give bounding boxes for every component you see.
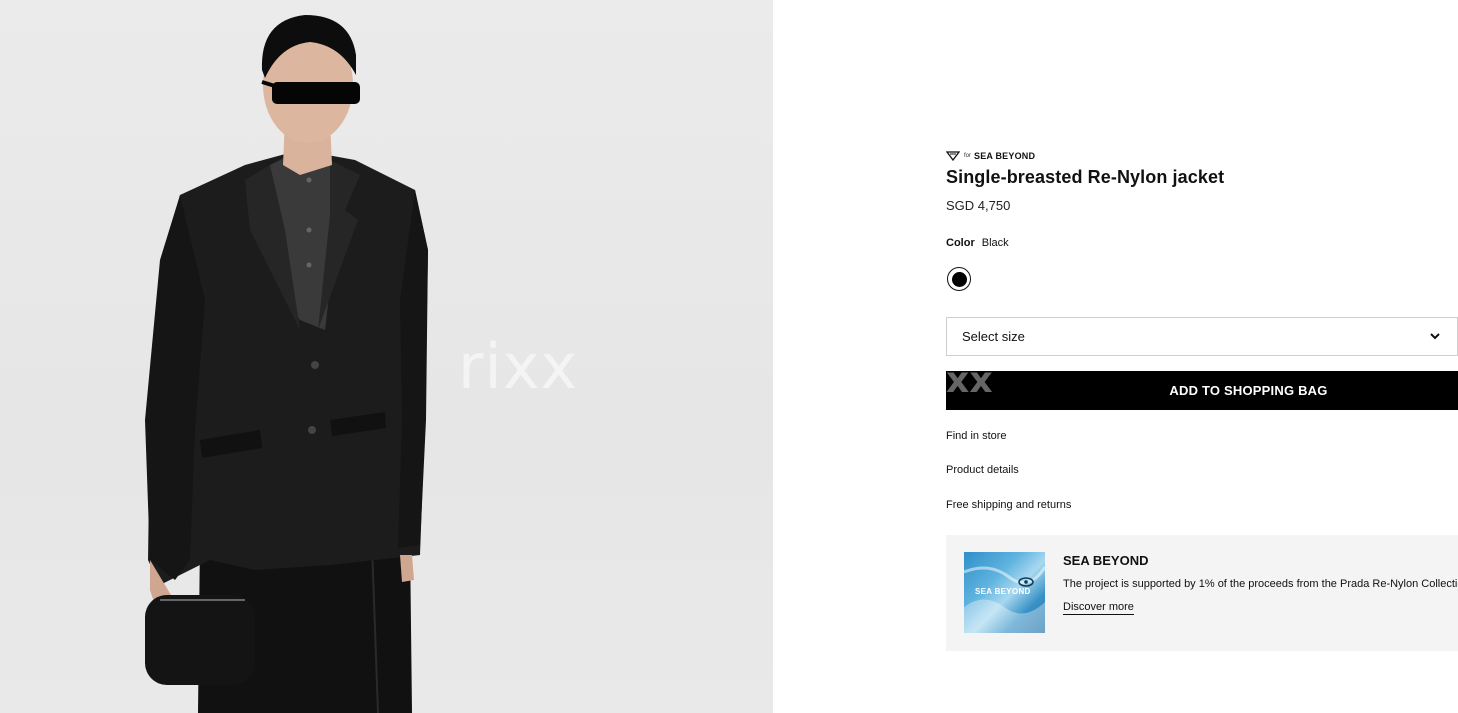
size-select-label: Select size <box>962 329 1025 344</box>
sea-beyond-tag: for SEA BEYOND <box>946 150 1035 162</box>
button-watermark: xx <box>946 371 993 401</box>
sea-beyond-title: SEA BEYOND <box>1063 553 1149 568</box>
brand-tag-prefix: for <box>964 153 972 159</box>
brand-tag-label: SEA BEYOND <box>974 151 1036 161</box>
sea-beyond-description: The project is supported by 1% of the pr… <box>1063 578 1458 590</box>
thumbnail-label: SEA BEYOND <box>975 587 1031 596</box>
prada-triangle-icon <box>946 151 960 161</box>
shipping-returns-link[interactable]: Free shipping and returns <box>946 499 1071 511</box>
color-swatch-black[interactable] <box>947 267 971 291</box>
color-label: Color <box>946 237 975 249</box>
product-price: SGD 4,750 <box>946 198 1011 213</box>
watermark-text: rixx <box>458 330 579 403</box>
size-select[interactable]: Select size <box>946 317 1458 356</box>
color-info: Color Black <box>946 237 1009 249</box>
add-to-bag-button[interactable]: xx ADD TO SHOPPING BAG <box>946 371 1458 410</box>
product-title: Single-breasted Re-Nylon jacket <box>946 167 1225 187</box>
chevron-down-icon <box>1430 333 1440 340</box>
product-info-panel: for SEA BEYOND Single-breasted Re-Nylon … <box>946 0 1458 713</box>
swatch-dot <box>951 271 967 287</box>
sea-beyond-thumbnail[interactable]: SEA BEYOND <box>964 552 1045 633</box>
find-in-store-link[interactable]: Find in store <box>946 430 1007 442</box>
product-details-link[interactable]: Product details <box>946 464 1019 476</box>
color-value: Black <box>981 237 1009 249</box>
add-to-bag-label: ADD TO SHOPPING BAG <box>1169 383 1328 398</box>
product-image[interactable]: rixx <box>0 0 773 713</box>
sea-beyond-box: SEA BEYOND SEA BEYOND The project is sup… <box>946 535 1458 651</box>
discover-more-link[interactable]: Discover more <box>1063 601 1134 615</box>
model-illustration <box>145 15 428 713</box>
